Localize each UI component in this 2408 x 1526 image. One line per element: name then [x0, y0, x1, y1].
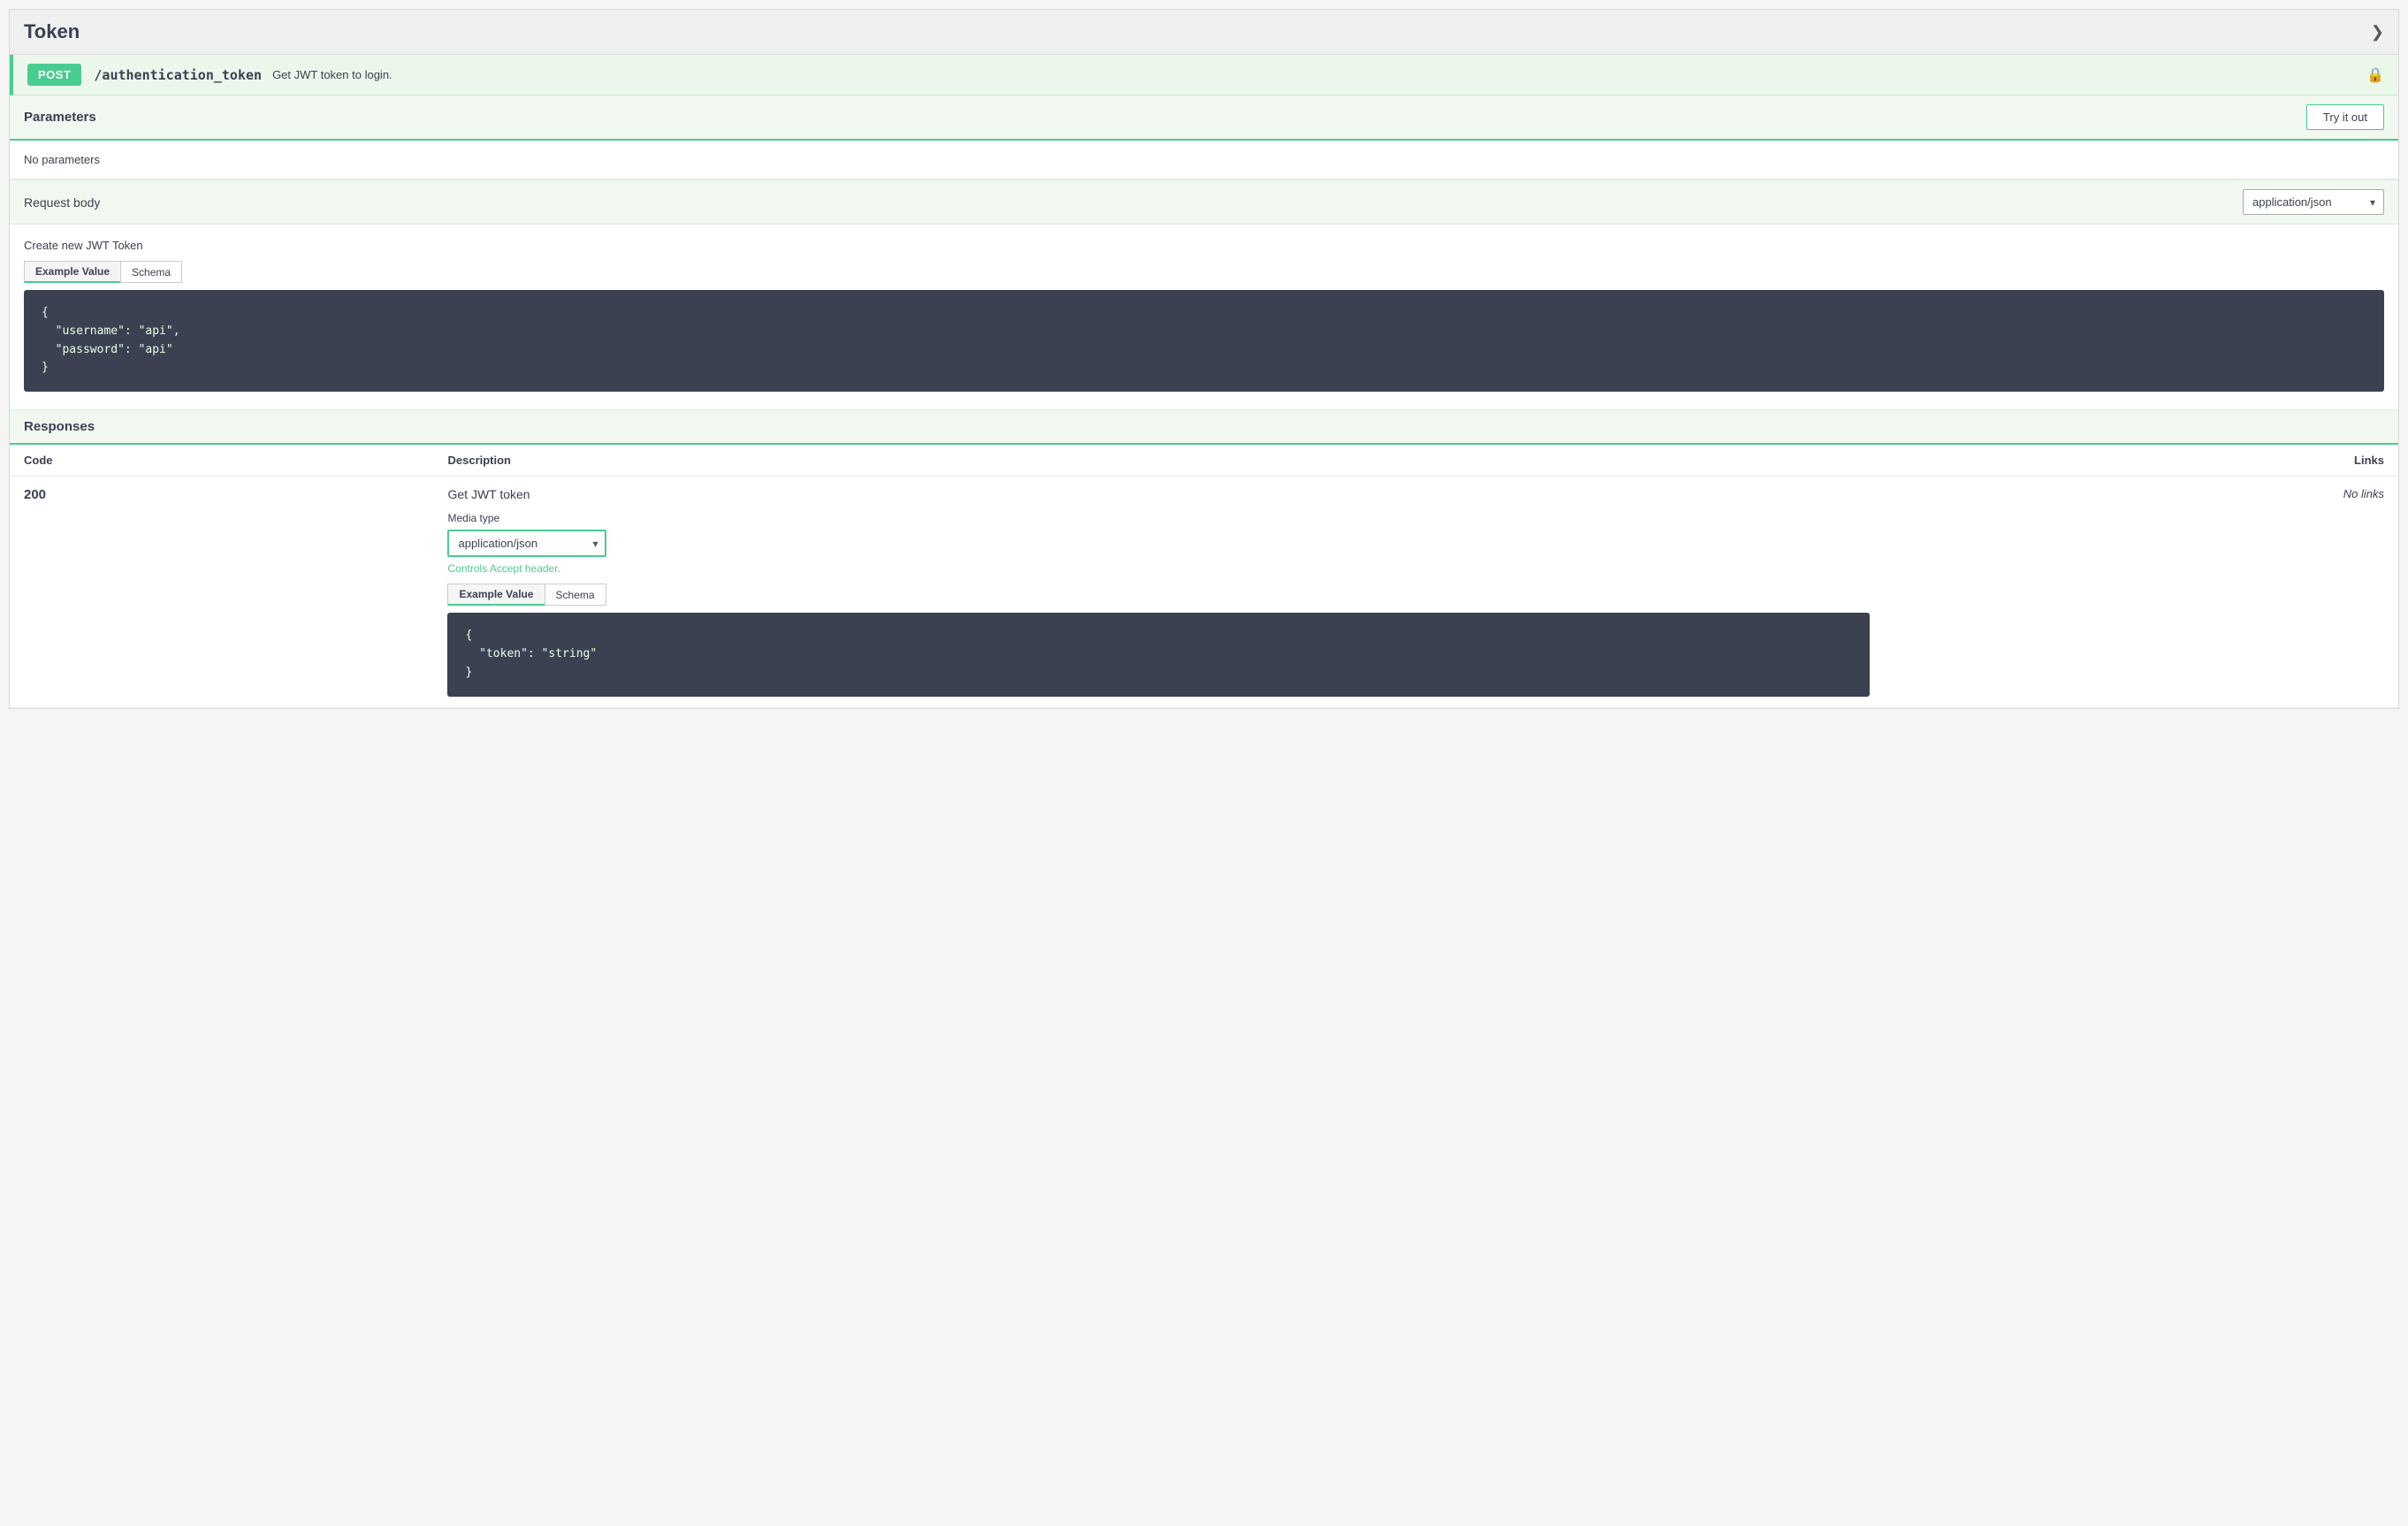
- jwt-title: Create new JWT Token: [24, 239, 2384, 252]
- response-code: 200: [10, 477, 433, 707]
- page-wrapper: Token ❯ POST /authentication_token Get J…: [9, 9, 2399, 709]
- lock-icon: 🔒: [2366, 66, 2384, 84]
- response-tab-example-value[interactable]: Example Value: [447, 584, 544, 606]
- page-title: Token: [24, 20, 80, 43]
- token-header: Token ❯: [10, 10, 2398, 55]
- media-type-select[interactable]: application/json: [447, 530, 606, 557]
- responses-label: Responses: [24, 419, 95, 434]
- jwt-tabs-row: Example Value Schema: [24, 261, 2384, 283]
- tab-schema[interactable]: Schema: [120, 261, 182, 283]
- no-parameters-text: No parameters: [10, 141, 2398, 179]
- jwt-code-block: { "username": "api", "password": "api" }: [24, 290, 2384, 392]
- collapse-icon[interactable]: ❯: [2371, 23, 2384, 42]
- response-description-cell: Get JWT token Media type application/jso…: [433, 477, 1884, 707]
- responses-section-header: Responses: [10, 409, 2398, 445]
- endpoint-bar: POST /authentication_token Get JWT token…: [10, 55, 2398, 95]
- request-body-label: Request body: [24, 195, 100, 210]
- col-links: Links: [1884, 445, 2398, 477]
- parameters-label: Parameters: [24, 110, 96, 125]
- response-code-value: 200: [24, 487, 46, 502]
- method-badge: POST: [27, 64, 81, 86]
- response-tabs-row: Example Value Schema: [447, 584, 1870, 606]
- table-row: 200 Get JWT token Media type application…: [10, 477, 2398, 707]
- controls-accept-text: Controls Accept header.: [447, 562, 1870, 575]
- endpoint-description: Get JWT token to login.: [272, 68, 2366, 81]
- media-type-select-wrapper: application/json: [447, 530, 606, 557]
- no-links: No links: [1884, 477, 2398, 707]
- response-desc-title: Get JWT token: [447, 487, 1870, 501]
- jwt-section: Create new JWT Token Example Value Schem…: [10, 225, 2398, 409]
- media-type-label: Media type: [447, 512, 1870, 524]
- endpoint-path: /authentication_token: [94, 67, 262, 83]
- response-tab-schema[interactable]: Schema: [545, 584, 606, 606]
- request-body-content-type-select[interactable]: application/json: [2243, 189, 2384, 215]
- try-it-out-button[interactable]: Try it out: [2306, 104, 2384, 130]
- response-code-block: { "token": "string" }: [447, 613, 1870, 696]
- col-code: Code: [10, 445, 433, 477]
- tab-example-value[interactable]: Example Value: [24, 261, 120, 283]
- request-body-header: Request body application/json: [10, 179, 2398, 225]
- responses-table: Code Description Links 200 Get JWT token…: [10, 445, 2398, 707]
- request-body-content-type-wrapper: application/json: [2243, 189, 2384, 215]
- parameters-section-header: Parameters Try it out: [10, 95, 2398, 141]
- col-description: Description: [433, 445, 1884, 477]
